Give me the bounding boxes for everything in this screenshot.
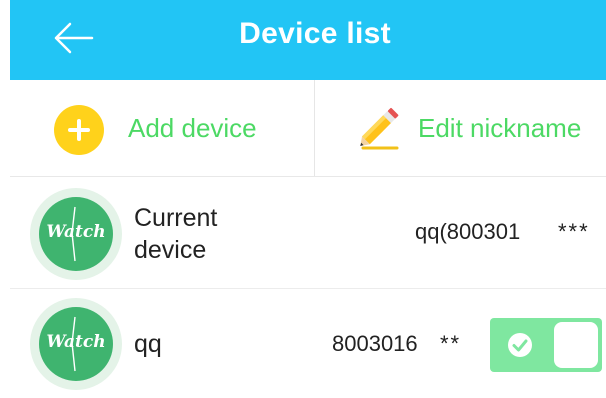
avatar: Watch [30, 298, 122, 390]
add-device-button[interactable]: Add device [10, 80, 314, 176]
device-row[interactable]: Watch qq 8003016 ** [10, 290, 606, 398]
avatar-text: Watch [46, 332, 106, 352]
device-id: qq(800301 [415, 219, 521, 244]
plus-circle-icon [54, 105, 104, 155]
check-icon [508, 333, 532, 357]
edit-nickname-label: Edit nickname [418, 113, 582, 143]
masked-value: *** [558, 219, 590, 244]
avatar-text: Watch [46, 222, 106, 242]
page-title: Device list [239, 17, 391, 50]
action-bar: Add device Edit nickname [10, 80, 606, 177]
edit-nickname-button[interactable]: Edit nickname [315, 80, 606, 176]
device-toggle[interactable] [490, 318, 602, 372]
device-id: 8003016 [332, 331, 418, 356]
masked-value: ** [440, 331, 462, 356]
pencil-icon [360, 107, 399, 150]
toggle-knob [554, 322, 598, 368]
avatar: Watch [30, 188, 122, 280]
device-row[interactable]: Watch Current device qq(800301 *** [10, 180, 606, 289]
device-name: qq [134, 330, 162, 358]
device-name: Current device [134, 204, 218, 264]
add-device-label: Add device [128, 113, 257, 143]
